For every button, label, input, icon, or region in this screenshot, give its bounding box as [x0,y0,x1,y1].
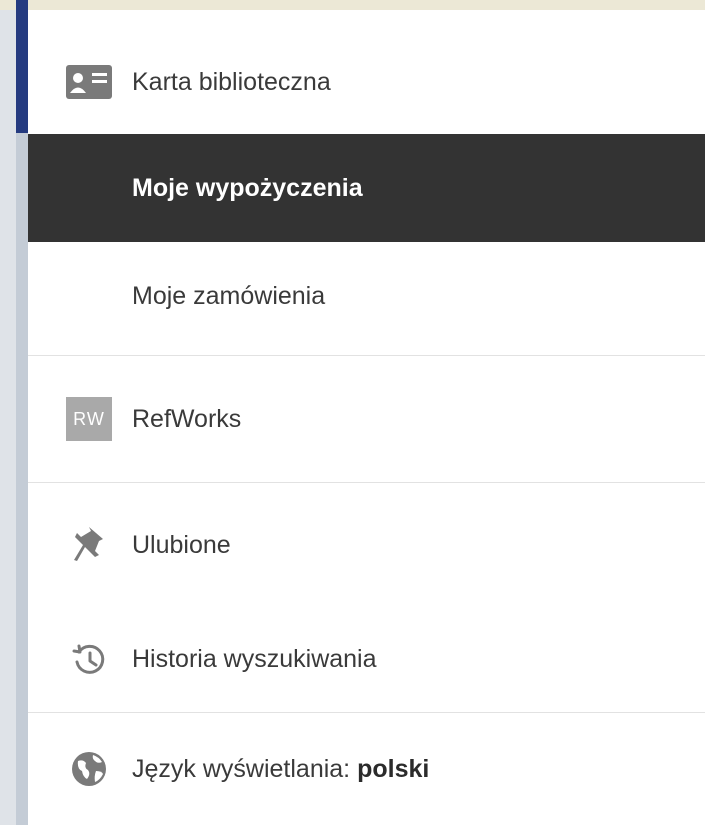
id-card-icon [62,60,116,104]
menu-item-my-loans[interactable]: Moje wypożyczenia [28,134,705,242]
menu-item-search-history[interactable]: Historia wyszukiwania [28,607,705,712]
menu-item-label: Moje zamówienia [132,281,326,310]
menu-item-refworks[interactable]: RW RefWorks [28,356,705,482]
refworks-badge: RW [66,397,112,441]
active-section-accent [16,0,28,133]
pin-icon [62,523,116,567]
language-prefix: Język wyświetlania: [132,754,358,783]
menu-item-favorites[interactable]: Ulubione [28,483,705,607]
app-frame: Karta biblioteczna Moje wypożyczenia Moj… [0,0,705,825]
menu-item-library-card[interactable]: Karta biblioteczna [28,30,705,134]
menu-item-label: Karta biblioteczna [132,67,331,96]
language-value: polski [357,754,430,783]
menu-item-label: Ulubione [132,530,231,559]
menu-item-display-language[interactable]: Język wyświetlania: polski [28,713,705,825]
refworks-icon: RW [62,397,116,441]
globe-icon [62,747,116,791]
language-label: Język wyświetlania: polski [132,755,429,784]
menu-item-my-requests[interactable]: Moje zamówienia [28,242,705,350]
menu-item-label: RefWorks [132,404,242,433]
history-icon [62,638,116,682]
left-border [16,133,28,825]
menu-item-label: Historia wyszukiwania [132,645,377,673]
user-menu: Karta biblioteczna Moje wypożyczenia Moj… [28,10,705,825]
top-strip [0,0,705,10]
menu-item-label: Moje wypożyczenia [132,173,363,202]
